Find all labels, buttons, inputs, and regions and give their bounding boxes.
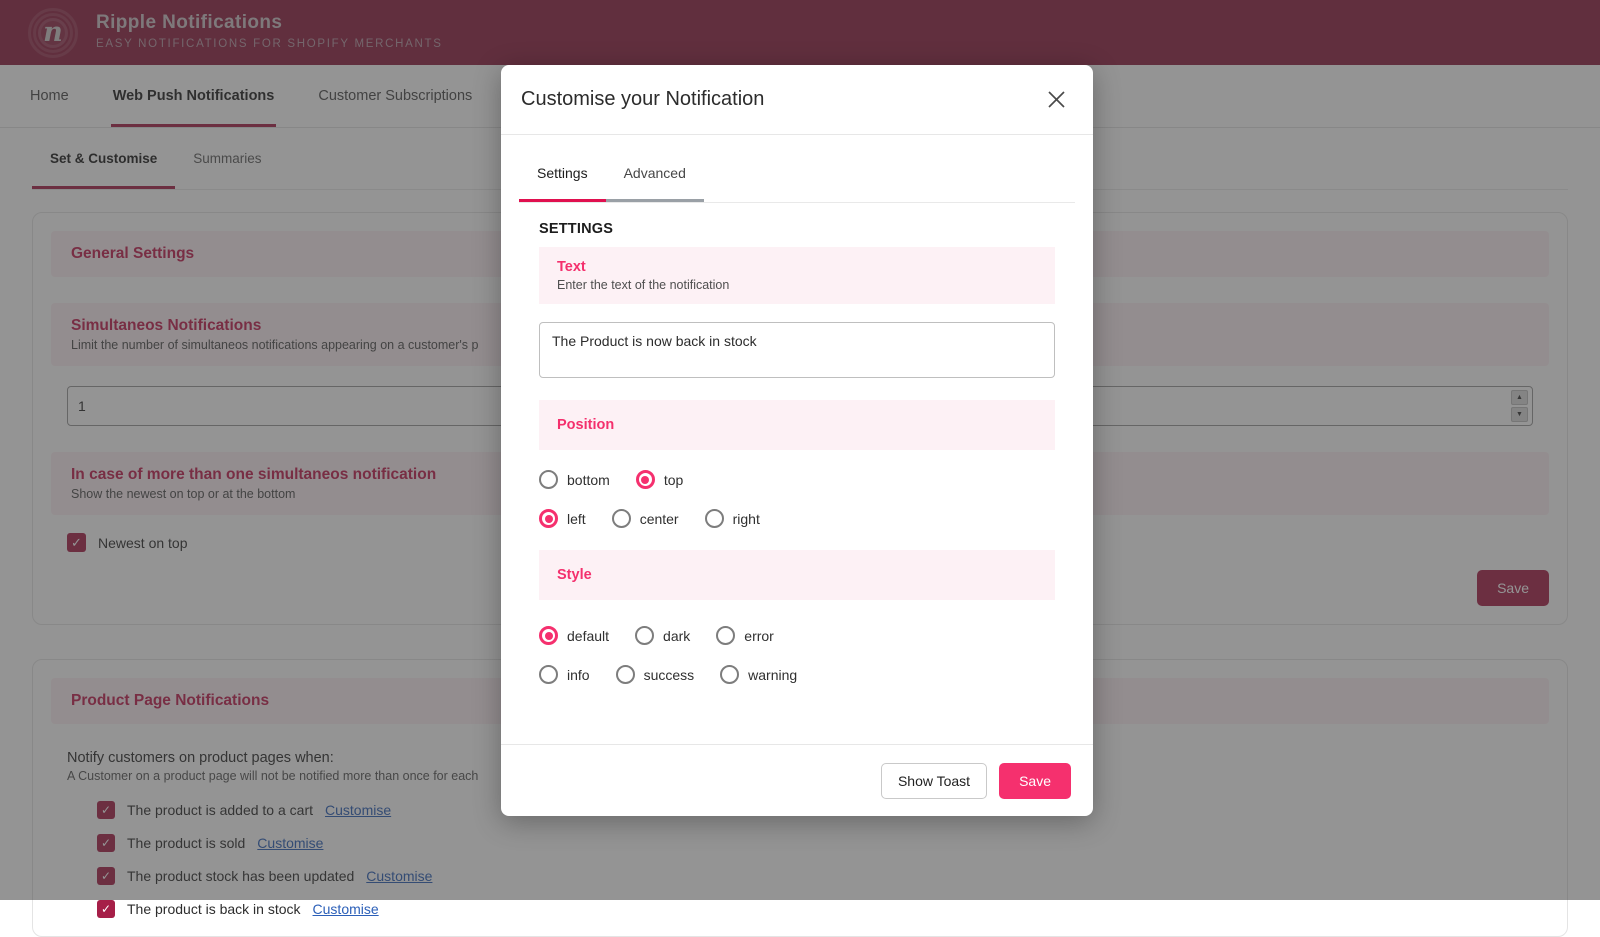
customise-link-back-in-stock[interactable]: Customise [313,901,379,917]
radio-label-left: left [567,511,586,527]
style-group-row1: default dark error [539,626,1073,645]
style-group-row2: info success warning [539,665,1073,684]
tab-advanced[interactable]: Advanced [606,157,704,202]
radio-option-success[interactable]: success [616,665,695,684]
text-band: Text Enter the text of the notification [539,247,1055,304]
modal-tabs: Settings Advanced [519,135,1075,203]
radio-option-bottom[interactable]: bottom [539,470,610,489]
modal-footer: Show Toast Save [501,744,1093,816]
radio-label-default: default [567,628,609,644]
radio-center-icon[interactable] [612,509,631,528]
radio-option-center[interactable]: center [612,509,679,528]
radio-info-icon[interactable] [539,665,558,684]
style-band-title: Style [557,567,592,583]
radio-bottom-icon[interactable] [539,470,558,489]
modal-save-button[interactable]: Save [999,763,1071,799]
radio-option-top[interactable]: top [636,470,683,489]
radio-option-info[interactable]: info [539,665,590,684]
close-icon[interactable] [1041,85,1071,115]
radio-label-dark: dark [663,628,690,644]
radio-option-right[interactable]: right [705,509,760,528]
radio-option-warning[interactable]: warning [720,665,797,684]
radio-option-default[interactable]: default [539,626,609,645]
notify-label-back-in-stock: The product is back in stock [127,901,301,917]
radio-label-warning: warning [748,667,797,683]
position-band-title: Position [557,417,614,433]
radio-success-icon[interactable] [616,665,635,684]
radio-default-icon[interactable] [539,626,558,645]
radio-dark-icon[interactable] [635,626,654,645]
notification-text-input[interactable]: The Product is now back in stock [539,322,1055,378]
radio-option-left[interactable]: left [539,509,586,528]
radio-label-right: right [733,511,760,527]
tab-settings[interactable]: Settings [519,157,606,202]
radio-error-icon[interactable] [716,626,735,645]
radio-label-error: error [744,628,774,644]
radio-warning-icon[interactable] [720,665,739,684]
radio-label-success: success [644,667,695,683]
customise-notification-modal: Customise your Notification Settings Adv… [501,65,1093,816]
text-band-subtitle: Enter the text of the notification [557,278,1037,292]
radio-option-error[interactable]: error [716,626,774,645]
position-band: Position [539,400,1055,450]
radio-label-top: top [664,472,683,488]
radio-top-icon[interactable] [636,470,655,489]
radio-left-icon[interactable] [539,509,558,528]
position-vertical-group: bottom top [539,470,1073,489]
show-toast-button[interactable]: Show Toast [881,763,987,799]
radio-option-dark[interactable]: dark [635,626,690,645]
radio-label-center: center [640,511,679,527]
modal-body: Settings Advanced SETTINGS Text Enter th… [501,135,1093,744]
style-band: Style [539,550,1055,600]
list-item[interactable]: ✓ The product is back in stock Customise [97,900,1549,918]
text-band-title: Text [557,259,1037,275]
modal-header: Customise your Notification [501,65,1093,135]
notify-checkbox-back-in-stock[interactable]: ✓ [97,900,115,918]
radio-right-icon[interactable] [705,509,724,528]
position-horizontal-group: left center right [539,509,1073,528]
radio-label-bottom: bottom [567,472,610,488]
radio-label-info: info [567,667,590,683]
settings-section-title: SETTINGS [539,221,1073,237]
modal-title: Customise your Notification [521,88,1041,111]
